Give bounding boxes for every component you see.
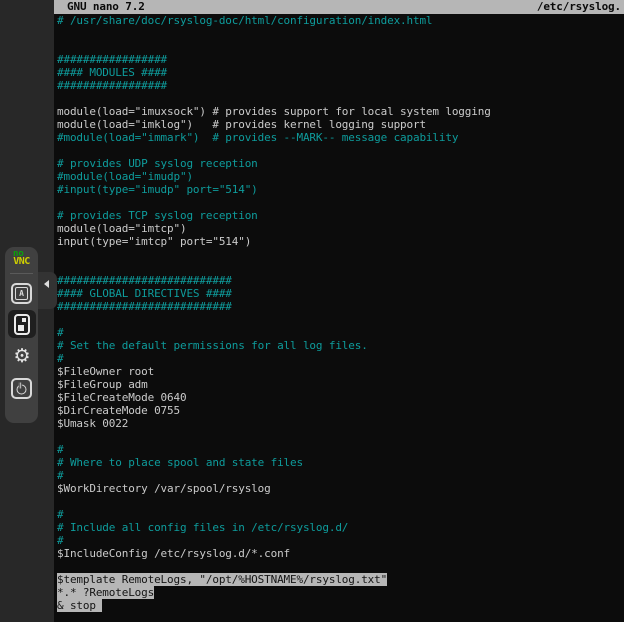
editor-line: #input(type="imudp" port="514") [57, 183, 624, 196]
editor-line: $FileOwner root [57, 365, 624, 378]
editor-line: #module(load="immark") # provides --MARK… [57, 131, 624, 144]
editor-line [57, 40, 624, 53]
nano-titlebar: GNU nano 7.2 /etc/rsyslog. [54, 0, 624, 14]
editor-line [57, 495, 624, 508]
a-key-icon: A [15, 287, 28, 300]
extra-keys-button[interactable]: A [11, 283, 32, 304]
editor-line [57, 27, 624, 40]
editor-line: input(type="imtcp" port="514") [57, 235, 624, 248]
fullscreen-icon [14, 314, 30, 335]
collapse-arrow-icon [44, 280, 49, 288]
editor-line: # [57, 469, 624, 482]
novnc-logo-vnc: VNC [5, 258, 38, 266]
power-icon-line [18, 383, 22, 389]
editor-line: *.* ?RemoteLogs [57, 586, 624, 599]
editor-line: # provides TCP syslog reception [57, 209, 624, 222]
vnc-viewport: GNU nano 7.2 /etc/rsyslog. # /usr/share/… [0, 0, 624, 622]
editor-line: # [57, 443, 624, 456]
editor-line: # Include all config files in /etc/rsysl… [57, 521, 624, 534]
nano-filename-label: /etc/rsyslog. [537, 0, 621, 14]
editor-line: $WorkDirectory /var/spool/rsyslog [57, 482, 624, 495]
editor-line [57, 92, 624, 105]
power-icon [16, 384, 27, 395]
editor-line: $IncludeConfig /etc/rsyslog.d/*.conf [57, 547, 624, 560]
novnc-logo: no VNC [5, 250, 38, 266]
editor-line: # /usr/share/doc/rsyslog-doc/html/config… [57, 14, 624, 27]
terminal-window[interactable]: GNU nano 7.2 /etc/rsyslog. # /usr/share/… [54, 0, 624, 622]
editor-line [57, 261, 624, 274]
editor-line: #module(load="imudp") [57, 170, 624, 183]
editor-line [57, 144, 624, 157]
nano-version-label: GNU nano 7.2 [67, 0, 145, 14]
editor-line: $template RemoteLogs, "/opt/%HOSTNAME%/r… [57, 573, 624, 586]
editor-line [57, 313, 624, 326]
editor-line: $FileCreateMode 0640 [57, 391, 624, 404]
panel-separator [10, 273, 33, 274]
editor-line: # [57, 326, 624, 339]
editor-line [57, 248, 624, 261]
editor-content[interactable]: # /usr/share/doc/rsyslog-doc/html/config… [57, 14, 624, 622]
editor-line: & stop [57, 599, 624, 612]
editor-line: # [57, 508, 624, 521]
editor-line [57, 196, 624, 209]
editor-line: ########################### [57, 300, 624, 313]
control-bar-handle[interactable] [36, 272, 57, 309]
editor-line: ########################### [57, 274, 624, 287]
editor-line: ################# [57, 79, 624, 92]
editor-line: ################# [57, 53, 624, 66]
settings-button[interactable]: ⚙ [8, 343, 36, 369]
disconnect-button[interactable] [11, 378, 32, 399]
editor-line [57, 430, 624, 443]
editor-line: $DirCreateMode 0755 [57, 404, 624, 417]
editor-line: # [57, 534, 624, 547]
editor-line: # Where to place spool and state files [57, 456, 624, 469]
editor-line: module(load="imtcp") [57, 222, 624, 235]
editor-line: # [57, 352, 624, 365]
editor-line [57, 560, 624, 573]
editor-line: $Umask 0022 [57, 417, 624, 430]
fullscreen-button[interactable] [8, 310, 36, 338]
fullscreen-icon-corner [22, 318, 26, 322]
editor-line: #### GLOBAL DIRECTIVES #### [57, 287, 624, 300]
editor-line: # Set the default permissions for all lo… [57, 339, 624, 352]
editor-line: module(load="imuxsock") # provides suppo… [57, 105, 624, 118]
gear-icon: ⚙ [13, 347, 30, 366]
editor-line: module(load="imklog") # provides kernel … [57, 118, 624, 131]
editor-line: $FileGroup adm [57, 378, 624, 391]
editor-line: # provides UDP syslog reception [57, 157, 624, 170]
editor-line: #### MODULES #### [57, 66, 624, 79]
fullscreen-icon-corner [18, 325, 24, 331]
novnc-control-bar: no VNC A ⚙ [5, 247, 38, 423]
